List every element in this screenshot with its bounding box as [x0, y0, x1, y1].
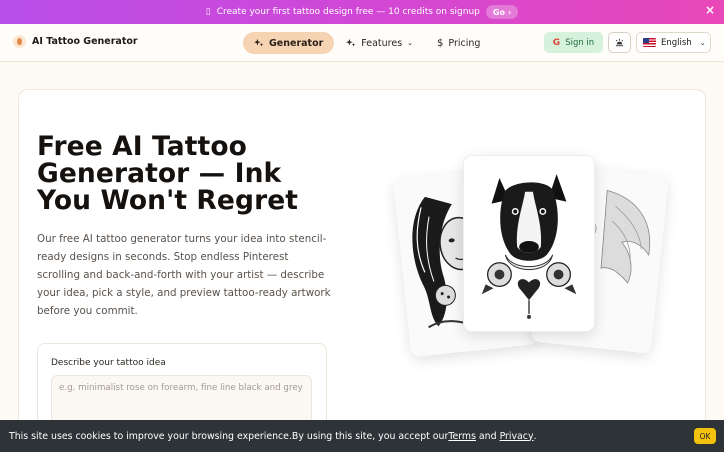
cookie-banner: This site uses cookies to improve your b…: [0, 420, 724, 452]
page-title: Free AI Tattoo Generator — Ink You Won't…: [37, 131, 299, 216]
google-icon: G: [552, 37, 561, 48]
nav-pricing-label: Pricing: [448, 37, 481, 49]
main-nav: Generator Features ⌄ $ Pricing: [243, 32, 492, 54]
cookie-and: and: [475, 430, 500, 442]
theme-icon: [615, 38, 624, 47]
privacy-link[interactable]: Privacy: [500, 431, 534, 442]
theme-toggle-button[interactable]: [608, 32, 631, 53]
hero-description: Our free AI tattoo generator turns your …: [37, 233, 331, 317]
brand-name: AI Tattoo Generator: [32, 36, 138, 47]
cookie-text: This site uses cookies to improve your b…: [9, 430, 449, 442]
sparkles-icon: [254, 38, 264, 47]
promo-text: Create your first tattoo design free — 1…: [216, 7, 480, 17]
nav-generator-label: Generator: [269, 37, 324, 49]
chevron-down-icon: ⌄: [407, 39, 414, 47]
brand-link[interactable]: AI Tattoo Generator: [13, 35, 138, 48]
nav-pricing[interactable]: $ Pricing: [425, 32, 492, 54]
promo-go-label: Go: [492, 7, 505, 17]
close-icon[interactable]: ×: [705, 4, 715, 16]
tattoo-preview-card-dog: [463, 155, 595, 332]
nav-features[interactable]: Features ⌄: [334, 32, 425, 54]
sign-in-button[interactable]: G Sign in: [544, 32, 603, 53]
chevron-right-icon: ›: [507, 7, 512, 17]
sparkles-icon: [346, 38, 356, 47]
terms-link[interactable]: Terms: [448, 431, 476, 442]
cookie-ok-button[interactable]: OK: [694, 428, 716, 444]
idea-input[interactable]: [51, 375, 312, 425]
promo-banner: ▯ Create your first tattoo design free —…: [0, 0, 724, 24]
nav-generator[interactable]: Generator: [243, 32, 335, 54]
language-label: English: [661, 37, 692, 48]
nav-features-label: Features: [361, 37, 403, 49]
idea-label: Describe your tattoo idea: [51, 358, 166, 368]
dog-tattoo-image: [464, 156, 594, 331]
dollar-icon: $: [437, 37, 444, 49]
promo-go-button[interactable]: Go ›: [485, 5, 519, 19]
us-flag-icon: [643, 38, 656, 47]
language-select[interactable]: English ⌄: [636, 32, 711, 53]
gift-icon: ▯: [205, 7, 211, 17]
logo-icon: [13, 35, 26, 48]
chevron-down-icon: ⌄: [699, 38, 706, 47]
sign-in-label: Sign in: [565, 37, 595, 48]
cookie-period: .: [533, 430, 537, 442]
